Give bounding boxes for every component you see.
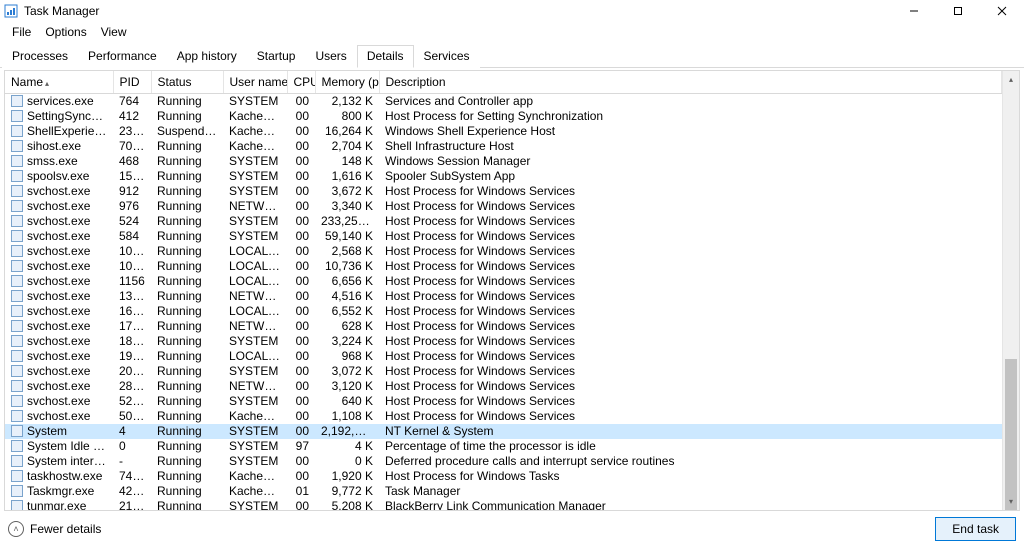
col-header-cpu[interactable]: CPU — [287, 71, 315, 94]
collapse-icon: ˄ — [8, 521, 24, 537]
fewer-details-toggle[interactable]: ˄ Fewer details — [8, 521, 101, 537]
process-icon — [11, 470, 23, 482]
table-row[interactable]: sihost.exe7068RunningKachecks002,704 KSh… — [5, 139, 1002, 154]
process-icon — [11, 485, 23, 497]
table-row[interactable]: Taskmgr.exe4288RunningKachecks019,772 KT… — [5, 484, 1002, 499]
table-row[interactable]: svchost.exe1816RunningSYSTEM003,224 KHos… — [5, 334, 1002, 349]
table-row[interactable]: System Idle Process0RunningSYSTEM974 KPe… — [5, 439, 1002, 454]
table-row[interactable]: svchost.exe5296RunningSYSTEM00640 KHost … — [5, 394, 1002, 409]
fewer-details-label: Fewer details — [30, 522, 101, 536]
table-row[interactable]: taskhostw.exe7464RunningKachecks001,920 … — [5, 469, 1002, 484]
sort-indicator-icon: ▴ — [45, 79, 49, 88]
process-icon — [11, 455, 23, 467]
table-row[interactable]: svchost.exe584RunningSYSTEM0059,140 KHos… — [5, 229, 1002, 244]
end-task-button[interactable]: End task — [935, 517, 1016, 541]
menu-options[interactable]: Options — [39, 24, 92, 40]
window-title: Task Manager — [24, 4, 99, 18]
tab-startup[interactable]: Startup — [247, 45, 306, 68]
col-header-memory[interactable]: Memory (p... — [315, 71, 379, 94]
table-row[interactable]: spoolsv.exe1500RunningSYSTEM001,616 KSpo… — [5, 169, 1002, 184]
process-icon — [11, 185, 23, 197]
tab-strip: Processes Performance App history Startu… — [0, 44, 1024, 68]
table-row[interactable]: svchost.exe5060RunningKachecks001,108 KH… — [5, 409, 1002, 424]
table-row[interactable]: svchost.exe524RunningSYSTEM00233,252 KHo… — [5, 214, 1002, 229]
scroll-up-icon[interactable]: ▴ — [1003, 71, 1019, 88]
menu-bar: File Options View — [0, 22, 1024, 44]
process-icon — [11, 155, 23, 167]
table-row[interactable]: ShellExperienceHost....2328SuspendedKach… — [5, 124, 1002, 139]
process-icon — [11, 440, 23, 452]
col-header-user[interactable]: User name — [223, 71, 287, 94]
process-icon — [11, 245, 23, 257]
tab-details[interactable]: Details — [357, 45, 414, 68]
process-icon — [11, 320, 23, 332]
menu-file[interactable]: File — [6, 24, 37, 40]
tab-services[interactable]: Services — [414, 45, 480, 68]
menu-view[interactable]: View — [95, 24, 133, 40]
maximize-button[interactable] — [936, 0, 980, 22]
tab-performance[interactable]: Performance — [78, 45, 167, 68]
process-icon — [11, 170, 23, 182]
table-row[interactable]: smss.exe468RunningSYSTEM00148 KWindows S… — [5, 154, 1002, 169]
col-header-description[interactable]: Description — [379, 71, 1002, 94]
details-grid[interactable]: Name▴ PID Status User name CPU Memory (p… — [5, 71, 1002, 510]
process-icon — [11, 140, 23, 152]
close-button[interactable] — [980, 0, 1024, 22]
table-row[interactable]: System4RunningSYSTEM002,192,224 KNT Kern… — [5, 424, 1002, 439]
title-bar: Task Manager — [0, 0, 1024, 22]
table-row[interactable]: services.exe764RunningSYSTEM002,132 KSer… — [5, 94, 1002, 110]
table-row[interactable]: svchost.exe1656RunningLOCAL SE...006,552… — [5, 304, 1002, 319]
process-icon — [11, 365, 23, 377]
tab-processes[interactable]: Processes — [2, 45, 78, 68]
tab-users[interactable]: Users — [305, 45, 356, 68]
minimize-button[interactable] — [892, 0, 936, 22]
scroll-down-icon[interactable]: ▾ — [1003, 493, 1019, 510]
process-icon — [11, 410, 23, 422]
table-row[interactable]: svchost.exe976RunningNETWORK...003,340 K… — [5, 199, 1002, 214]
col-header-name[interactable]: Name▴ — [5, 71, 113, 94]
vertical-scrollbar[interactable]: ▴ ▾ — [1002, 71, 1019, 510]
app-icon — [4, 4, 18, 18]
process-icon — [11, 395, 23, 407]
process-icon — [11, 275, 23, 287]
process-icon — [11, 260, 23, 272]
process-icon — [11, 125, 23, 137]
process-icon — [11, 305, 23, 317]
col-header-status[interactable]: Status — [151, 71, 223, 94]
process-icon — [11, 335, 23, 347]
table-row[interactable]: svchost.exe1156RunningLOCAL SE...006,656… — [5, 274, 1002, 289]
table-row[interactable]: System interrupts-RunningSYSTEM000 KDefe… — [5, 454, 1002, 469]
table-row[interactable]: svchost.exe2864RunningNETWORK...003,120 … — [5, 379, 1002, 394]
table-row[interactable]: svchost.exe1088RunningLOCAL SE...002,568… — [5, 244, 1002, 259]
tab-app-history[interactable]: App history — [167, 45, 247, 68]
table-row[interactable]: svchost.exe2024RunningSYSTEM003,072 KHos… — [5, 364, 1002, 379]
table-row[interactable]: svchost.exe1336RunningNETWORK...004,516 … — [5, 289, 1002, 304]
table-row[interactable]: svchost.exe912RunningSYSTEM003,672 KHost… — [5, 184, 1002, 199]
col-header-pid[interactable]: PID — [113, 71, 151, 94]
process-icon — [11, 380, 23, 392]
process-icon — [11, 215, 23, 227]
process-icon — [11, 110, 23, 122]
table-row[interactable]: svchost.exe1732RunningNETWORK...00628 KH… — [5, 319, 1002, 334]
process-icon — [11, 95, 23, 107]
process-icon — [11, 200, 23, 212]
table-row[interactable]: svchost.exe1096RunningLOCAL SE...0010,73… — [5, 259, 1002, 274]
table-row[interactable]: SettingSyncHost.exe412RunningKachecks008… — [5, 109, 1002, 124]
process-icon — [11, 350, 23, 362]
process-icon — [11, 290, 23, 302]
process-icon — [11, 230, 23, 242]
process-icon — [11, 500, 23, 510]
footer-bar: ˄ Fewer details End task — [0, 513, 1024, 547]
process-icon — [11, 425, 23, 437]
scroll-thumb[interactable] — [1005, 359, 1017, 511]
table-row[interactable]: tunmgr.exe2100RunningSYSTEM005,208 KBlac… — [5, 499, 1002, 510]
table-row[interactable]: svchost.exe1928RunningLOCAL SE...00968 K… — [5, 349, 1002, 364]
